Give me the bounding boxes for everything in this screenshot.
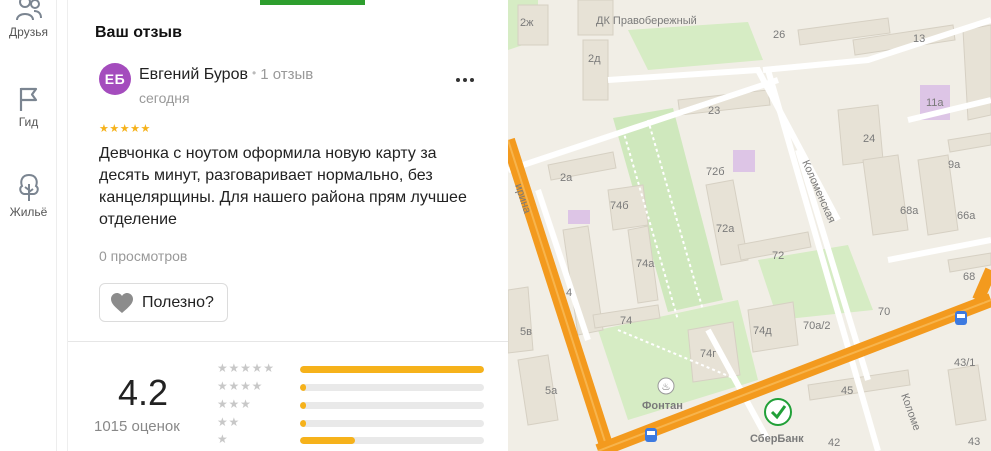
map-label: 70 [878,306,890,318]
bus-stop-icon[interactable] [645,428,657,442]
map-label: 9а [948,159,961,171]
map-label: 4 [566,287,572,299]
distribution-bar-track [300,402,484,409]
nav-housing-label: Жильё [9,205,48,219]
fountain-marker[interactable]: ♨ [657,377,675,395]
map-label: 66а [957,210,976,222]
more-options-button[interactable] [450,70,480,90]
map-label: 70а/2 [803,320,831,332]
bus-stop-icon[interactable] [955,311,967,325]
map-label: 72 [772,250,784,262]
distribution-stars: ★★ [217,415,241,429]
map-label: 72а [716,223,735,235]
author-line: Евгений Буров • 1 отзыв [139,66,313,84]
nav-guide-label: Гид [18,115,39,129]
useful-button[interactable]: Полезно? [99,283,228,322]
nav-guide[interactable]: Гид [0,86,57,129]
review-heading: Ваш отзыв [95,24,182,41]
distribution-bar-fill [300,420,306,427]
map-label: 72б [706,166,725,178]
distribution-stars: ★★★★ [217,379,264,393]
building-highlight [568,210,590,224]
nav-friends-label: Друзья [9,25,48,39]
map-label: 2д [588,53,601,65]
distribution-bar-fill [300,402,306,409]
rating-score: 4.2 [118,372,169,413]
distribution-bar-fill [300,437,356,444]
distribution-row: ★★★★★ [217,361,497,376]
distribution-bar-track [300,366,484,373]
map-label: 5в [520,326,532,338]
divider [68,341,509,342]
sberbank-marker[interactable] [764,398,792,426]
distribution-stars: ★ [217,432,229,446]
map-label: 43/1 [954,357,975,369]
map-label: 23 [708,105,720,117]
active-tab-indicator [260,0,365,5]
avatar[interactable]: ЕБ [99,63,131,95]
map-label: 45 [841,385,853,397]
map-label-dk: ДК Правобережный [596,15,697,27]
map-label: 24 [863,133,875,145]
author-name[interactable]: Евгений Буров [139,66,248,83]
map-label: 11а [926,97,944,109]
map-label: 42 [828,437,840,449]
distribution-row: ★ [217,432,497,447]
review-date: сегодня [139,90,190,106]
heart-icon [111,292,133,313]
distribution-bar-fill [300,366,484,373]
map-canvas[interactable]: ♨ 2ж ДК Правобережный 2д 26 13 11а 23 24… [508,0,991,451]
views-count: 0 просмотров [99,248,188,264]
more-dot-icon [463,78,467,82]
review-stars: ★★★★★ [99,123,151,135]
distribution-bar-track [300,420,484,427]
left-nav-rail: Друзья Гид Жильё [0,0,57,451]
author-reviews-count: 1 отзыв [260,66,314,83]
map-label: 5а [545,385,558,397]
nav-friends[interactable]: Друзья [0,0,57,39]
map-label: 74а [636,258,655,270]
review-panel: Ваш отзыв ЕБ Евгений Буров • 1 отзыв сегод… [67,0,509,451]
map-label: 13 [913,33,925,45]
map-label: 74г [700,348,716,360]
map-view[interactable]: ♨ 2ж ДК Правобережный 2д 26 13 11а 23 24… [508,0,991,451]
distribution-stars: ★★★★★ [217,361,275,375]
distribution-row: ★★ [217,415,497,430]
more-dot-icon [456,78,460,82]
nav-housing[interactable]: Жильё [0,172,57,219]
map-label: 68а [900,205,919,217]
building-72b-highlight [733,150,755,172]
distribution-bar-track [300,384,484,391]
distribution-row: ★★★★ [217,379,497,394]
map-label-sberbank: СберБанк [750,433,804,445]
more-dot-icon [470,78,474,82]
distribution-row: ★★★ [217,397,497,412]
friends-icon [15,0,42,21]
review-text: Девчонка с ноутом оформила новую карту з… [99,145,467,228]
distribution-bar-track [300,437,484,444]
map-label: 74б [610,200,629,212]
svg-text:♨: ♨ [662,382,671,393]
map-label-fontan: Фонтан [642,400,683,412]
housing-icon [18,173,39,201]
useful-label: Полезно? [142,293,214,311]
map-label: 68 [963,271,975,283]
map-label: 74д [753,325,772,337]
map-label: 43 [968,436,980,448]
map-label: 2а [560,172,573,184]
separator-dot: • [251,66,257,80]
map-label: 26 [773,29,785,41]
ratings-count: 1015 оценок [94,418,180,435]
distribution-stars: ★★★ [217,397,252,411]
distribution-bar-fill [300,384,306,391]
map-label: 2ж [520,17,534,29]
map-label: 74 [620,315,632,327]
flag-icon [19,87,37,111]
